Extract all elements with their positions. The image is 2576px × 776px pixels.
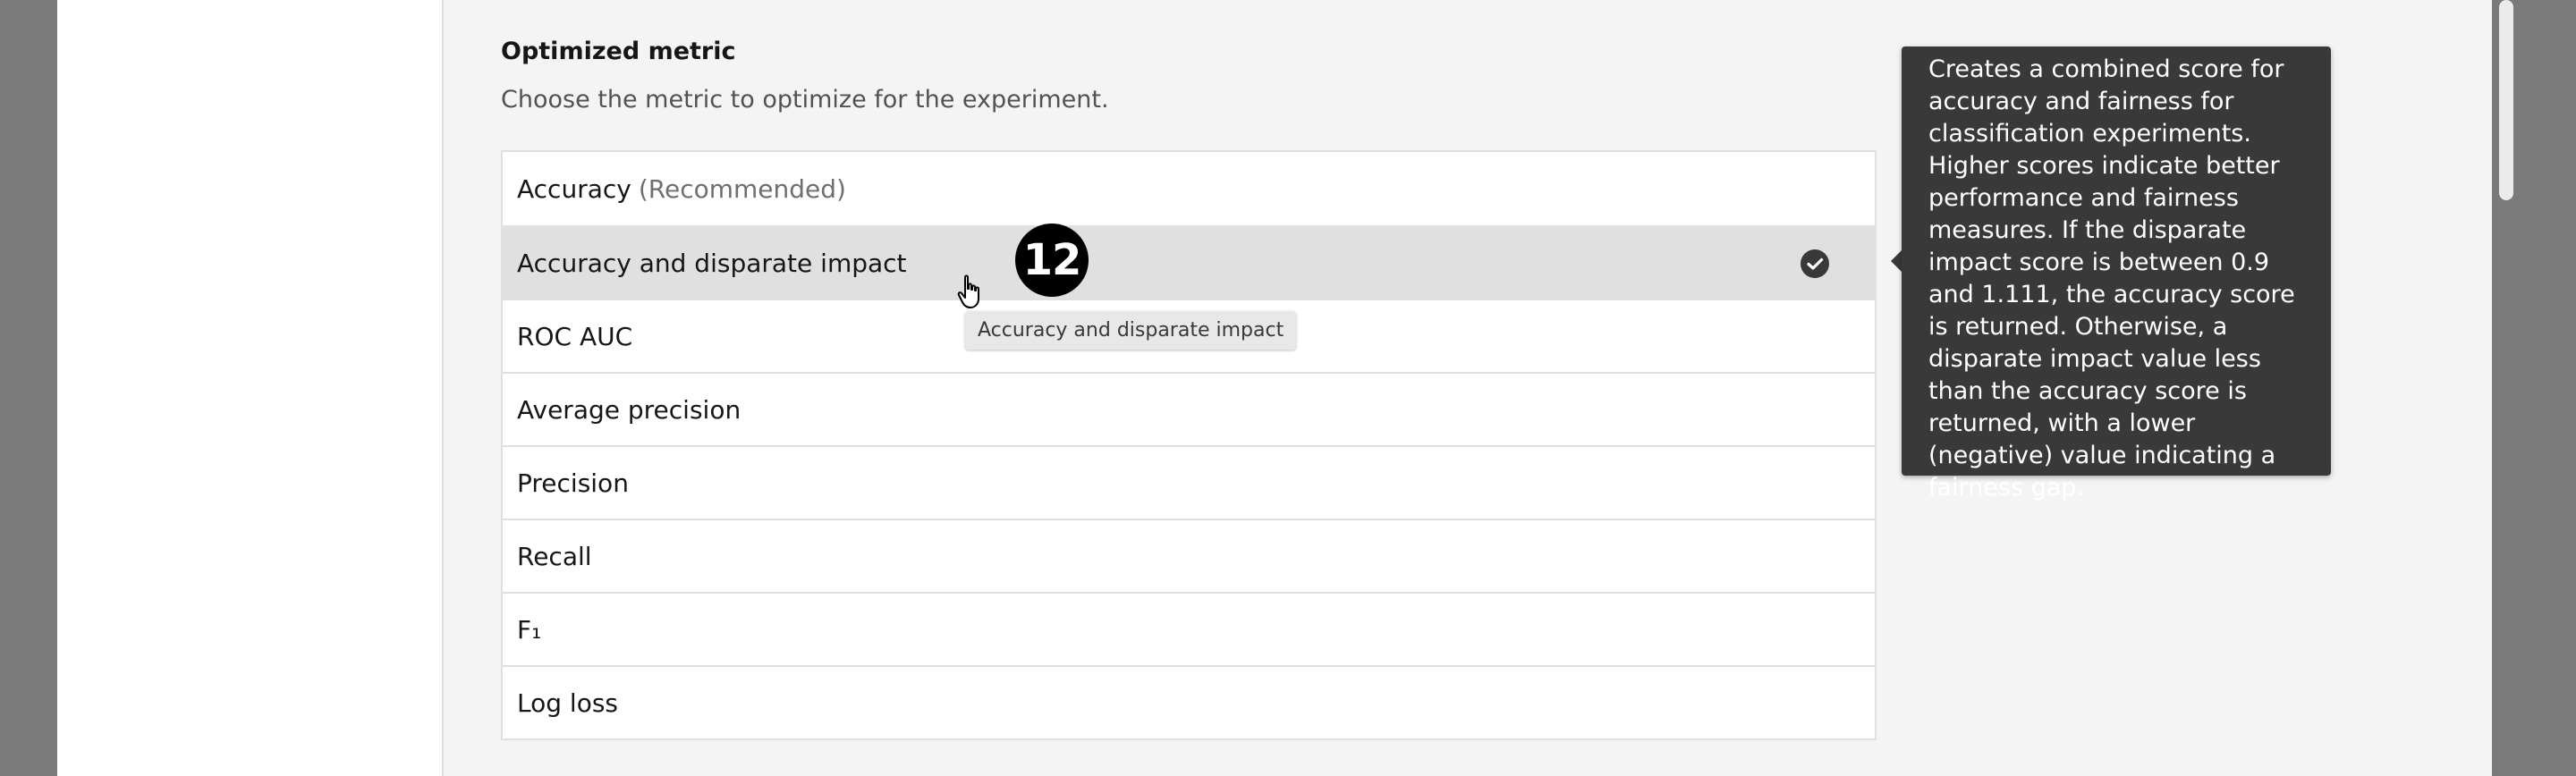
metric-option-f1[interactable]: F₁ xyxy=(503,592,1875,665)
metric-label: Precision xyxy=(517,468,629,498)
metric-option-precision[interactable]: Precision xyxy=(503,445,1875,519)
metric-label: Accuracy xyxy=(517,173,631,204)
metric-option-recall[interactable]: Recall xyxy=(503,519,1875,592)
metric-label: ROC AUC xyxy=(517,321,633,351)
section-description: Choose the metric to optimize for the ex… xyxy=(501,86,1109,114)
metric-label: Average precision xyxy=(517,394,741,425)
metric-option-accuracy[interactable]: Accuracy (Recommended) xyxy=(503,152,1875,225)
metric-label: F₁ xyxy=(517,614,542,645)
hover-tooltip: Accuracy and disparate impact xyxy=(965,311,1297,350)
metric-label: Accuracy and disparate impact xyxy=(517,248,907,278)
recommended-label: (Recommended) xyxy=(638,173,846,204)
metric-label: Log loss xyxy=(517,687,618,718)
info-tooltip: Creates a combined score for accuracy an… xyxy=(1902,46,2331,502)
metric-option-average-precision[interactable]: Average precision xyxy=(503,372,1875,445)
metric-option-accuracy-and-disparate-impact[interactable]: Accuracy and disparate impact xyxy=(503,225,1875,299)
metric-option-log-loss[interactable]: Log loss xyxy=(503,665,1875,738)
scrollbar-thumb[interactable] xyxy=(2499,0,2513,200)
checkmark-filled-icon xyxy=(1801,249,1829,278)
metric-label: Recall xyxy=(517,541,592,571)
step-number-badge: 12 xyxy=(1015,224,1089,297)
left-pane xyxy=(57,0,442,776)
metric-list: Accuracy (Recommended) Accuracy and disp… xyxy=(501,150,1877,740)
info-tooltip-caret xyxy=(1891,250,1902,272)
section-title: Optimized metric xyxy=(501,38,736,65)
hand-pointer-icon xyxy=(957,274,979,308)
